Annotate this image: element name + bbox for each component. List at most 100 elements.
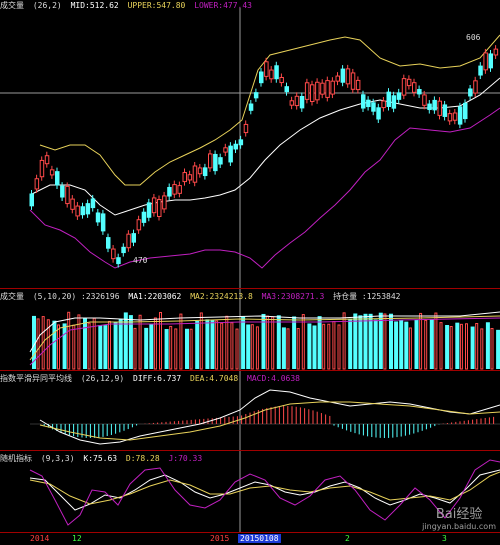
candle-body: [396, 92, 402, 100]
macd-panel-header: 指数平滑异同平均线 (26,12,9) DIFF:6.737 DEA:4.704…: [0, 373, 304, 384]
volume-bar: [419, 312, 423, 370]
macd-title: 指数平滑异同平均线: [0, 374, 72, 383]
volume-bar: [199, 312, 203, 370]
candle-body: [70, 198, 75, 210]
candle-body: [468, 88, 473, 97]
candle-body: [412, 82, 417, 93]
candle-body: [386, 91, 391, 108]
candlesticks: [29, 45, 499, 268]
volume-bar: [108, 320, 111, 370]
volume-bar: [485, 322, 490, 369]
boll-mid-line: [29, 77, 500, 216]
macd-dea-value: DEA:4.7048: [190, 374, 239, 383]
volume-bar: [164, 329, 169, 369]
macd-diff-line: [39, 389, 500, 445]
candle-body: [146, 202, 152, 218]
volume-bar: [307, 323, 312, 369]
candle-body: [116, 257, 121, 265]
volume-bar: [358, 315, 363, 369]
candle-body: [151, 197, 157, 214]
candle-body: [417, 89, 422, 95]
candle-body: [478, 65, 483, 76]
candle-body: [335, 75, 340, 82]
candle-body: [131, 233, 136, 243]
candle-body: [172, 184, 177, 195]
volume-bar: [322, 323, 326, 370]
price-high-label: 606: [466, 33, 481, 42]
volume-bar: [220, 322, 224, 370]
xaxis-label: 2: [345, 534, 350, 543]
volume-ma1: MA1:2203062: [128, 292, 182, 301]
volume-bar: [414, 319, 419, 369]
volume-bar: [327, 323, 331, 370]
candle-body: [289, 100, 295, 106]
kdj-j-value: J:70.33: [168, 454, 203, 463]
candle-body: [355, 79, 361, 91]
candle-body: [437, 100, 442, 116]
volume-bar: [470, 326, 475, 369]
volume-bar: [332, 321, 336, 370]
volume-bar: [67, 311, 71, 370]
candle-body: [493, 48, 499, 56]
candle-body: [95, 212, 101, 223]
watermark-url: jingyan.baidu.com: [422, 522, 496, 531]
volume-bar: [465, 323, 468, 370]
candle-body: [177, 185, 182, 194]
volume-bar: [72, 324, 76, 370]
candle-body: [442, 104, 448, 117]
volume-bar: [246, 324, 251, 369]
xaxis-label: 2014: [30, 534, 50, 543]
volume-ma3: MA3:2308271.3: [261, 292, 325, 301]
candle-body: [366, 99, 371, 108]
volume-bar: [317, 316, 322, 369]
candle-body: [141, 211, 147, 223]
kdj-d-value: D:78.28: [125, 454, 160, 463]
candle-body: [340, 68, 346, 83]
volume-params: (5,10,20): [32, 292, 77, 301]
candle-body: [350, 72, 356, 90]
volume-bar: [266, 315, 270, 370]
volume-bar: [389, 313, 393, 369]
candle-body: [330, 80, 335, 95]
volume-bar: [394, 321, 399, 369]
candle-body: [248, 103, 254, 111]
volume-bar: [98, 325, 103, 369]
volume-bar: [113, 322, 118, 369]
candle-body: [75, 205, 80, 217]
macd-diff-value: DIFF:6.737: [133, 374, 182, 383]
volume-bar: [210, 319, 215, 369]
volume-bar: [480, 328, 484, 370]
candle-body: [34, 178, 40, 190]
volume-bar: [378, 312, 383, 369]
candle-body: [253, 92, 259, 99]
separator-macd: [0, 370, 500, 371]
time-axis: 2014 12 2015 20150108 2 3: [0, 533, 500, 545]
volume-bar: [404, 321, 409, 369]
candle-body: [401, 78, 407, 96]
candle-body: [100, 213, 106, 232]
volume-bar: [241, 316, 246, 369]
volume-bar: [250, 324, 254, 370]
kdj-panel-header: 随机指标 (9,3,3) K:75.63 D:78.28 J:70.33: [0, 453, 206, 464]
volume-bar: [185, 328, 189, 369]
volume-bar: [312, 325, 317, 369]
candle-body: [406, 78, 412, 87]
candle-body: [452, 112, 458, 121]
candle-body: [157, 199, 162, 218]
volume-bar: [281, 327, 286, 369]
candle-body: [65, 185, 70, 205]
candle-body: [218, 157, 223, 165]
candle-body: [213, 153, 218, 172]
volume-panel-header: 成交量 (5,10,20) :2326196 MA1:2203062 MA2:2…: [0, 291, 404, 302]
volume-bar: [429, 319, 434, 369]
candle-body: [233, 143, 238, 150]
candle-body: [299, 95, 305, 109]
candle-body: [121, 246, 126, 254]
macd-params: (26,12,9): [80, 374, 125, 383]
volume-bar: [179, 313, 183, 370]
volume-bar: [235, 328, 239, 370]
volume-bar: [348, 318, 353, 369]
volume-bar: [449, 325, 453, 370]
hold-value: :1253842: [361, 292, 401, 301]
candle-body: [320, 82, 325, 95]
